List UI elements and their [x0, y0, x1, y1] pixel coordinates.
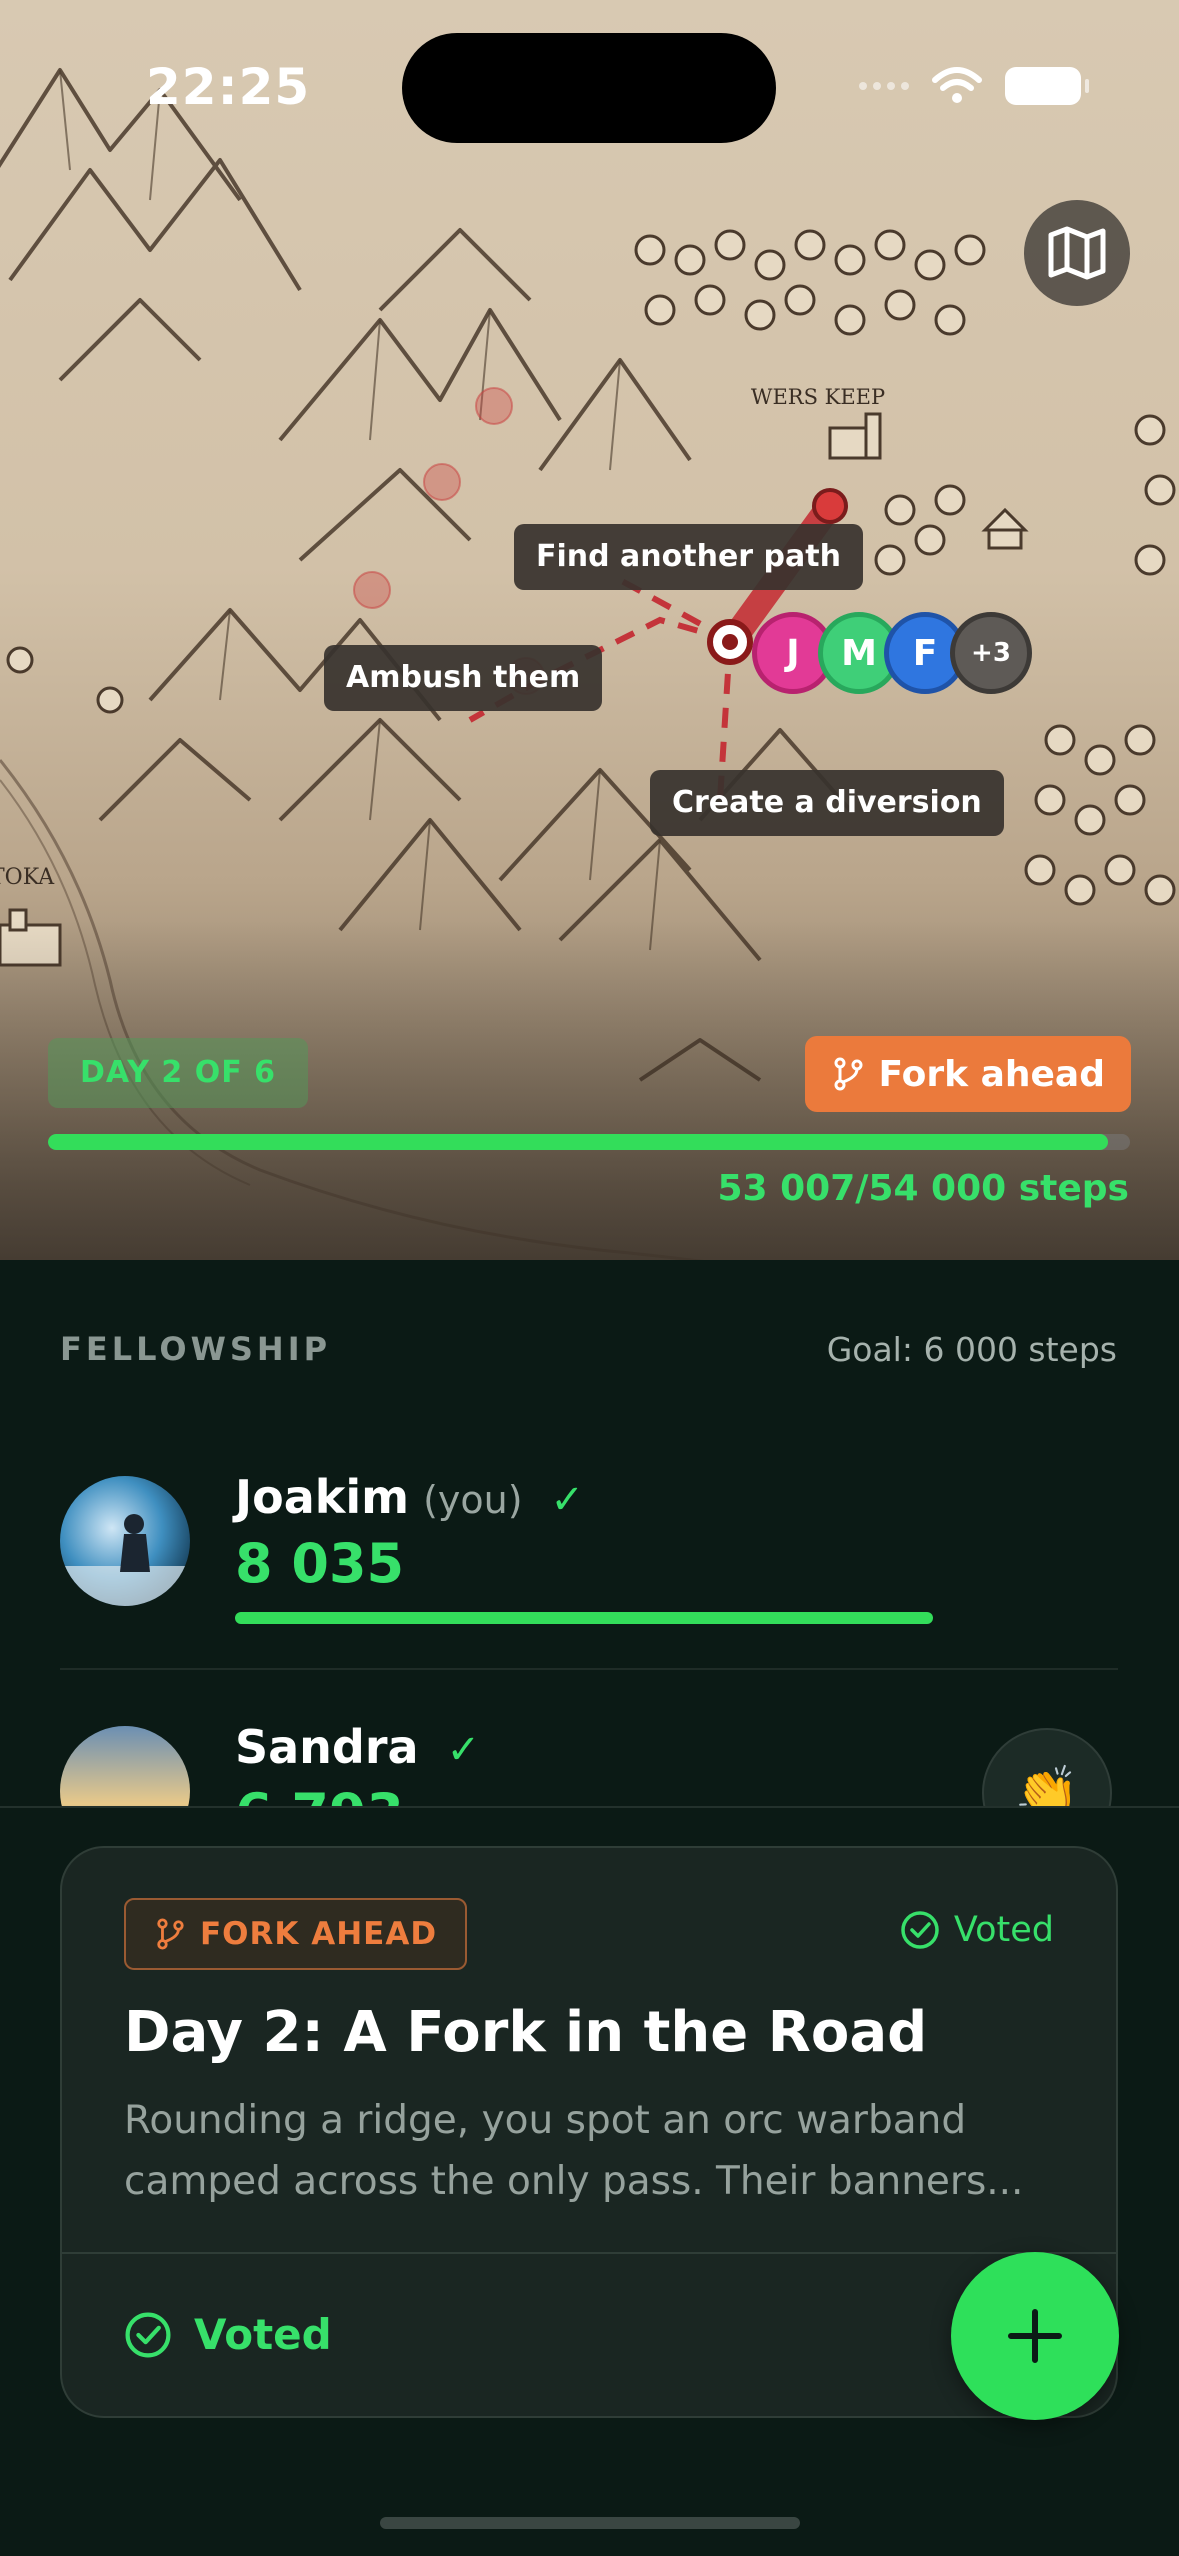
party-avatars[interactable]: J M F +3 [752, 612, 1032, 694]
voted-status: Voted [900, 1910, 1054, 1950]
town-label: TOKA [0, 865, 55, 890]
status-icons [859, 66, 1089, 106]
battery-icon [1005, 67, 1089, 105]
journey-progress-bar [48, 1134, 1130, 1150]
fork-ahead-label: Fork ahead [878, 1053, 1106, 1095]
signal-icon [859, 82, 909, 90]
fork-icon [834, 1057, 862, 1091]
member-name-row: Joakim (you) ✓ [235, 1470, 584, 1524]
check-circle-icon [901, 1911, 939, 1949]
voted-label: Voted [953, 1910, 1054, 1950]
you-tag: (you) [423, 1478, 523, 1522]
fork-ahead-badge: FORK AHEAD [124, 1898, 468, 1970]
check-icon: ✓ [550, 1477, 585, 1523]
keep-label: WERS KEEP [751, 385, 885, 409]
map-view-button[interactable] [1024, 200, 1130, 306]
voted-footer-label: Voted [194, 2310, 332, 2359]
avatar [60, 1476, 190, 1606]
member-name-row: Sandra ✓ [235, 1720, 480, 1774]
choice-find-another-path[interactable]: Find another path [514, 524, 863, 590]
journey-steps: 53 007/54 000 steps [717, 1168, 1130, 1209]
day-badge: DAY 2 OF 6 [48, 1038, 309, 1108]
choice-create-diversion[interactable]: Create a diversion [650, 770, 1004, 836]
voted-footer: Voted [124, 2310, 332, 2359]
member-row-joakim[interactable]: Joakim (you) ✓ 8 035 [60, 1470, 1118, 1670]
fellowship-goal: Goal: 6 000 steps [826, 1330, 1117, 1369]
member-steps: 8 035 [235, 1532, 405, 1595]
map-icon [1048, 226, 1106, 280]
wifi-icon [932, 67, 982, 103]
badge-label: FORK AHEAD [200, 1916, 438, 1952]
story-title: Day 2: A Fork in the Road [124, 2000, 928, 2065]
fellowship-heading: FELLOWSHIP [60, 1330, 332, 1368]
member-name: Joakim [235, 1470, 410, 1524]
member-row-sandra[interactable]: Sandra ✓ 6 793 👏 [60, 1720, 1118, 1858]
check-circle-icon [125, 2312, 171, 2357]
story-description: Rounding a ridge, you spot an orc warban… [124, 2098, 1024, 2204]
journey-progress-fill [48, 1134, 1109, 1150]
dynamic-island [402, 33, 776, 143]
home-indicator [380, 2517, 800, 2529]
plus-icon [1008, 2309, 1062, 2363]
fork-icon [157, 1918, 184, 1950]
divider [62, 2252, 1116, 2254]
choice-ambush-them[interactable]: Ambush them [324, 645, 603, 711]
member-name: Sandra [235, 1720, 419, 1774]
add-button[interactable] [951, 2252, 1119, 2420]
party-more-count: +3 [950, 612, 1032, 694]
status-time: 22:25 [146, 58, 311, 116]
check-icon: ✓ [446, 1727, 481, 1773]
member-progress-bar [235, 1612, 933, 1624]
fork-ahead-button[interactable]: Fork ahead [804, 1036, 1131, 1112]
